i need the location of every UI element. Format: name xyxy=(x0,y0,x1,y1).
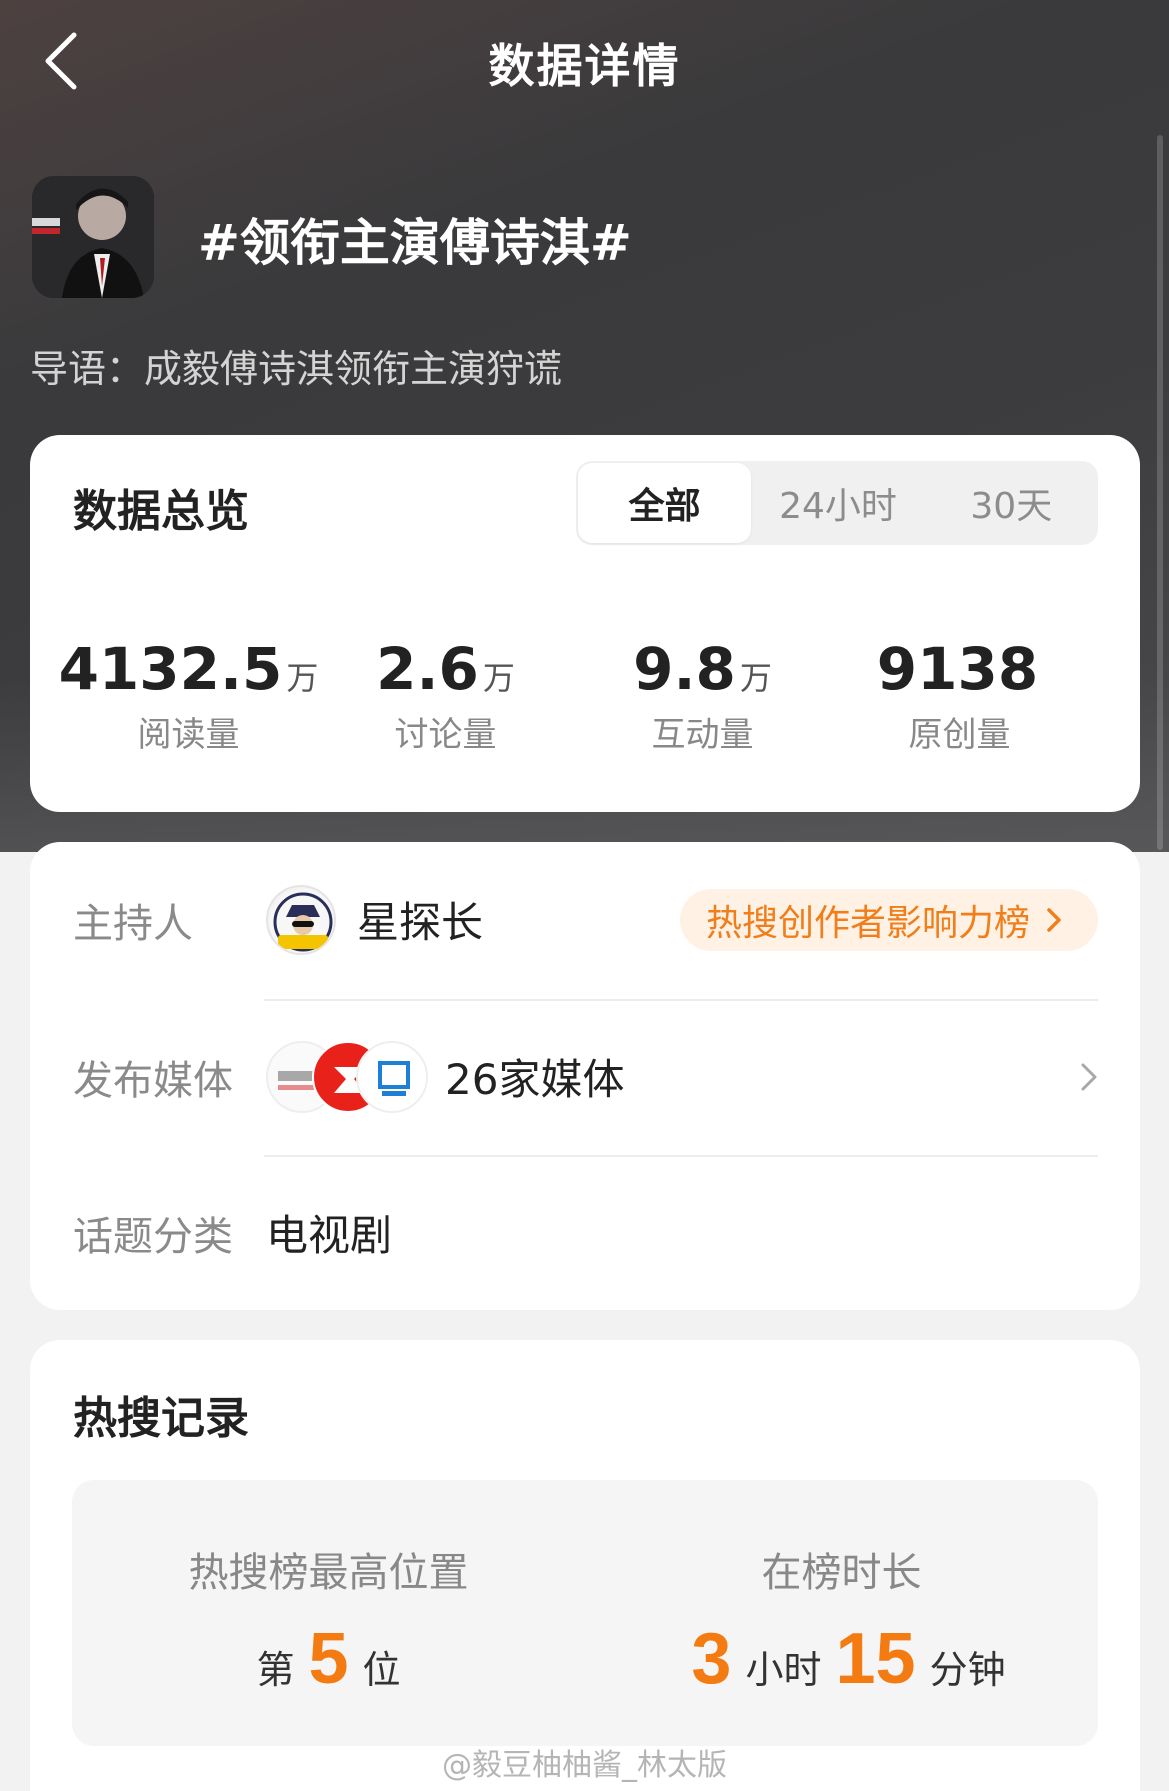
stat-value: 9138 xyxy=(876,635,1039,703)
tab-24h[interactable]: 24小时 xyxy=(751,463,924,543)
media-label: 发布媒体 xyxy=(73,1057,233,1104)
time-range-tabs: 全部 24小时 30天 xyxy=(576,461,1098,545)
watermark: @毅豆柚柚酱_林太版 xyxy=(442,1748,727,1783)
category-value: 电视剧 xyxy=(266,1211,393,1260)
peak-value: 5 xyxy=(308,1619,349,1699)
peak-prefix: 第 xyxy=(256,1648,295,1692)
scrollbar[interactable] xyxy=(1157,135,1163,850)
stat-label: 讨论量 xyxy=(394,715,497,755)
host-label: 主持人 xyxy=(73,900,193,947)
duration-label: 在榜时长 xyxy=(761,1550,922,1596)
stat-label: 阅读量 xyxy=(137,715,240,755)
hot-search-record-card: 热搜记录 热搜榜最高位置 第 5 位 在榜时长 3 小时 15 分钟 xyxy=(30,1340,1140,1791)
influence-rank-label: 热搜创作者影响力榜 xyxy=(705,902,1030,944)
peak-position: 热搜榜最高位置 第 5 位 xyxy=(72,1480,585,1746)
media-count: 26家媒体 xyxy=(445,1055,625,1104)
duration-minutes: 15 xyxy=(835,1619,916,1699)
category-row: 话题分类 电视剧 xyxy=(30,1155,1140,1310)
stat-unit: 万 xyxy=(739,659,772,697)
stat-label: 互动量 xyxy=(651,715,754,755)
record-heading: 热搜记录 xyxy=(73,1393,249,1444)
topic-title: #领衔主演傅诗淇# xyxy=(198,214,632,272)
chart-duration: 在榜时长 3 小时 15 分钟 xyxy=(585,1480,1098,1746)
host-row: 主持人 星探长 热搜创作者影响力榜 xyxy=(30,842,1140,997)
stat-label: 原创量 xyxy=(908,715,1011,755)
stat-unit: 万 xyxy=(286,659,319,697)
chevron-right-icon xyxy=(1046,907,1062,933)
tab-30d[interactable]: 30天 xyxy=(925,463,1098,543)
hours-unit: 小时 xyxy=(745,1648,822,1692)
peak-suffix: 位 xyxy=(362,1648,401,1692)
info-card: 主持人 星探长 热搜创作者影响力榜 发布媒体 26家媒体 话题分类 电视剧 xyxy=(30,842,1140,1310)
stat-reads: 4132.5 万 阅读量 xyxy=(58,635,319,756)
media-logos xyxy=(266,1040,428,1113)
stat-discussions: 2.6 万 讨论量 xyxy=(317,635,574,756)
topic-lead: 导语：成毅傅诗淇领衔主演狩谎 xyxy=(30,347,563,391)
stat-interactions: 9.8 万 互动量 xyxy=(574,635,831,756)
overview-card: 数据总览 全部 24小时 30天 4132.5 万 阅读量 2.6 万 讨论量 9.… xyxy=(30,435,1140,812)
page-title: 数据详情 xyxy=(488,39,681,93)
stat-unit: 万 xyxy=(482,659,515,697)
peak-label: 热搜榜最高位置 xyxy=(188,1550,469,1596)
media-row[interactable]: 发布媒体 26家媒体 xyxy=(30,999,1140,1154)
stat-originals: 9138 原创量 xyxy=(831,635,1088,756)
media-logo-blue xyxy=(356,1040,428,1113)
duration-hours: 3 xyxy=(691,1619,732,1699)
record-summary: 热搜榜最高位置 第 5 位 在榜时长 3 小时 15 分钟 xyxy=(72,1480,1098,1746)
category-label: 话题分类 xyxy=(73,1213,233,1260)
minutes-unit: 分钟 xyxy=(929,1648,1006,1692)
tab-all[interactable]: 全部 xyxy=(578,463,752,543)
influence-rank-button[interactable]: 热搜创作者影响力榜 xyxy=(679,888,1098,951)
topic-avatar xyxy=(32,176,154,298)
stat-value: 2.6 xyxy=(376,635,479,703)
stat-value: 9.8 xyxy=(633,635,736,703)
overview-heading: 数据总览 xyxy=(73,486,249,537)
stat-value: 4132.5 xyxy=(58,635,283,703)
chevron-right-icon xyxy=(1080,1062,1098,1092)
stats-row: 4132.5 万 阅读量 2.6 万 讨论量 9.8 万 互动量 9138 原创量 xyxy=(58,635,1110,756)
host-avatar[interactable] xyxy=(266,884,336,955)
host-name[interactable]: 星探长 xyxy=(357,889,483,950)
